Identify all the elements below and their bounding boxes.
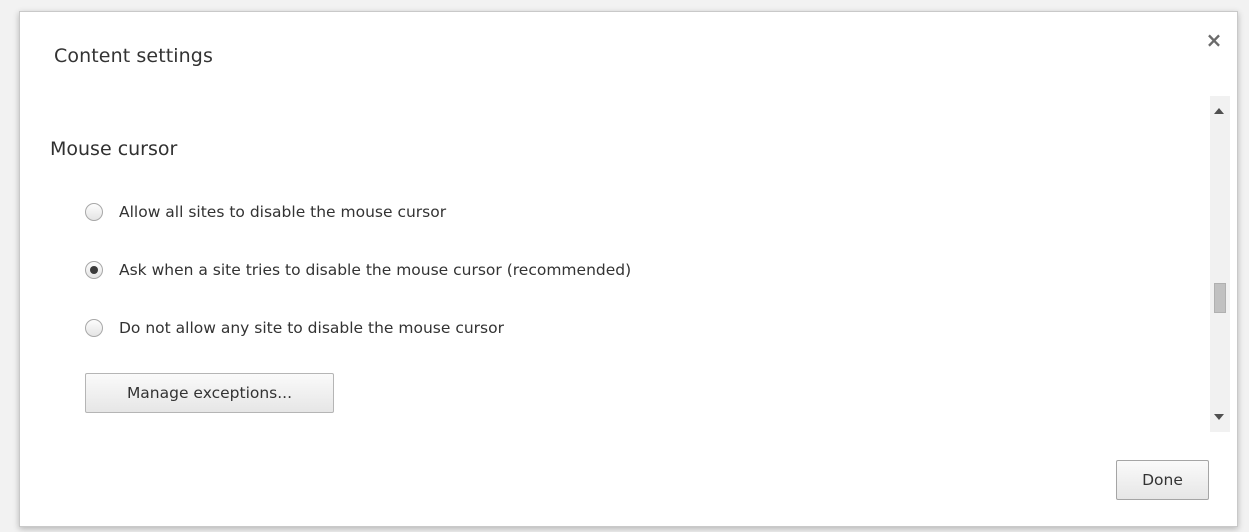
vertical-scrollbar[interactable] (1210, 96, 1230, 432)
done-button[interactable]: Done (1116, 460, 1209, 500)
section-title: Mouse cursor (50, 138, 178, 160)
close-icon[interactable]: × (1205, 30, 1223, 50)
scroll-up-arrow-icon[interactable] (1214, 108, 1224, 114)
dialog-content: Mouse cursor Allow all sites to disable … (20, 94, 1200, 434)
radio-option-label: Do not allow any site to disable the mou… (119, 319, 504, 337)
radio-option-label: Ask when a site tries to disable the mou… (119, 261, 632, 279)
radio-button[interactable] (85, 319, 103, 337)
content-settings-dialog: Content settings × Mouse cursor Allow al… (19, 11, 1238, 527)
manage-exceptions-button[interactable]: Manage exceptions... (85, 373, 334, 413)
scroll-down-arrow-icon[interactable] (1214, 414, 1224, 420)
radio-option-label: Allow all sites to disable the mouse cur… (119, 203, 447, 221)
scrollbar-thumb[interactable] (1214, 283, 1226, 313)
radio-button-selected[interactable] (85, 261, 103, 279)
radio-option-allow-all[interactable]: Allow all sites to disable the mouse cur… (85, 200, 446, 224)
radio-button[interactable] (85, 203, 103, 221)
radio-option-ask[interactable]: Ask when a site tries to disable the mou… (85, 258, 631, 282)
radio-option-block-all[interactable]: Do not allow any site to disable the mou… (85, 316, 504, 340)
dialog-title: Content settings (54, 45, 213, 67)
